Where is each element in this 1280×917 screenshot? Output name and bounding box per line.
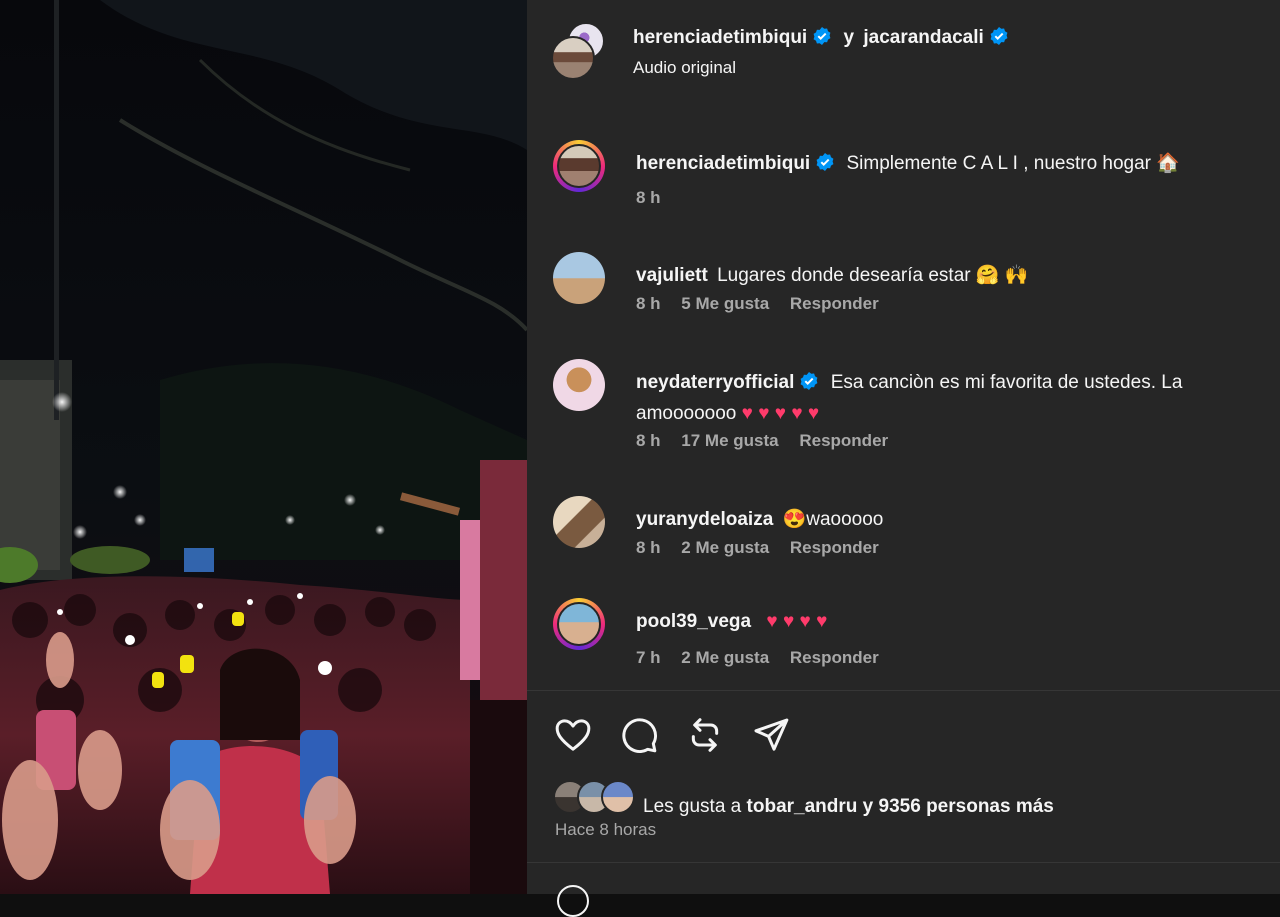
avatar-herenciadetimbiqui[interactable] <box>551 36 595 80</box>
comment-meta: 7 h 2 Me gusta Responder <box>636 648 895 668</box>
caption-body: Simplemente C A L I , nuestro hogar 🏠 <box>846 153 1180 174</box>
comment-body: Lugares donde desearía estar 🤗 🙌 <box>717 265 1029 286</box>
avatar[interactable] <box>553 359 605 411</box>
comment-meta: 8 h 2 Me gusta Responder <box>636 538 895 558</box>
emoji-icon[interactable] <box>557 885 589 917</box>
reply-button[interactable]: Responder <box>790 294 879 313</box>
comment-text: vajuliett Lugares donde desearía estar 🤗… <box>636 260 1266 291</box>
comment-text: pool39_vega ♥ ♥ ♥ ♥ <box>636 606 1266 637</box>
heart-icon[interactable] <box>553 715 593 755</box>
caption-meta: 8 h <box>636 188 677 208</box>
avatar[interactable] <box>553 252 605 304</box>
verified-badge-icon <box>813 27 831 45</box>
comment-likes[interactable]: 5 Me gusta <box>681 294 769 313</box>
verified-badge-icon <box>801 372 818 390</box>
comment-time[interactable]: 8 h <box>636 431 661 450</box>
comment-username[interactable]: neydaterryofficial <box>636 372 794 393</box>
likes-count-link[interactable]: 9356 personas más <box>879 796 1054 817</box>
avatar[interactable] <box>553 496 605 548</box>
comment-username[interactable]: herenciadetimbiqui <box>636 153 810 174</box>
verified-badge-icon <box>990 27 1008 45</box>
author-link-2[interactable]: jacarandacali <box>863 27 983 48</box>
comment-icon[interactable] <box>619 715 659 755</box>
reply-button[interactable]: Responder <box>790 538 879 557</box>
avatar[interactable] <box>553 598 605 650</box>
post-panel: herenciadetimbiqui y jacarandacali Audio… <box>527 0 1280 917</box>
comment-time[interactable]: 8 h <box>636 294 661 313</box>
likes-prefix: Les gusta a <box>643 796 742 817</box>
comment-time[interactable]: 7 h <box>636 648 661 667</box>
likes-summary: Les gusta a tobar_andru y 9356 personas … <box>643 796 1054 818</box>
comment-username[interactable]: yuranydeloaiza <box>636 509 773 530</box>
comment-meta: 8 h 17 Me gusta Responder <box>636 431 904 451</box>
post-video[interactable] <box>0 0 527 894</box>
author-conjunction: y <box>843 27 855 48</box>
concert-scene-image <box>0 0 527 894</box>
reply-button[interactable]: Responder <box>799 431 888 450</box>
comment-meta: 8 h 5 Me gusta Responder <box>636 294 895 314</box>
comment-text: neydaterryofficial Esa canciòn es mi fav… <box>636 367 1266 429</box>
likes-user-link[interactable]: tobar_andru <box>747 796 858 817</box>
audio-link[interactable]: Audio original <box>633 58 736 78</box>
post-header: herenciadetimbiqui y jacarandacali Audio… <box>551 22 1264 92</box>
comment-composer <box>527 862 1280 917</box>
comment-likes[interactable]: 2 Me gusta <box>681 538 769 557</box>
caption-text: herenciadetimbiqui Simplemente C A L I ,… <box>636 148 1266 179</box>
avatar[interactable] <box>553 140 605 192</box>
comment-body: 😍waooooo <box>782 509 884 530</box>
comment-likes[interactable]: 17 Me gusta <box>681 431 778 450</box>
post-timestamp[interactable]: Hace 8 horas <box>555 820 656 840</box>
avatar <box>601 780 635 814</box>
heart-emojis: ♥ ♥ ♥ ♥ ♥ <box>741 403 820 424</box>
collab-avatars[interactable] <box>551 22 605 82</box>
post-authors: herenciadetimbiqui y jacarandacali <box>633 26 1009 49</box>
action-bar <box>527 690 1280 753</box>
comment-username[interactable]: pool39_vega <box>636 611 751 632</box>
comment-text: yuranydeloaiza 😍waooooo <box>636 504 1266 535</box>
verified-badge-icon <box>816 153 834 171</box>
comment-time[interactable]: 8 h <box>636 538 661 557</box>
likes-conjunction: y <box>862 796 874 817</box>
author-link-1[interactable]: herenciadetimbiqui <box>633 27 807 48</box>
share-icon[interactable] <box>751 715 791 755</box>
caption-time[interactable]: 8 h <box>636 188 661 207</box>
reply-button[interactable]: Responder <box>790 648 879 667</box>
heart-emojis: ♥ ♥ ♥ ♥ <box>766 611 828 632</box>
comment-username[interactable]: vajuliett <box>636 265 708 286</box>
repost-icon[interactable] <box>685 715 725 755</box>
comment-likes[interactable]: 2 Me gusta <box>681 648 769 667</box>
